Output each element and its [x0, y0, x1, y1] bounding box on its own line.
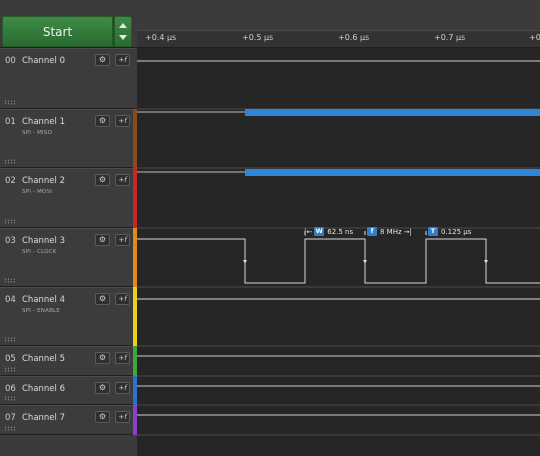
channel-row-4[interactable]: 04 Channel 4 SPI - ENABLE ⚙ +f: [0, 287, 137, 346]
clock-edge-marker: [484, 260, 488, 264]
chevron-up-icon[interactable]: [119, 23, 127, 28]
channel-3-clock-trace: [137, 238, 540, 284]
channel-name[interactable]: Channel 4: [22, 295, 65, 305]
measurement-period[interactable]: T 0.125 µs: [428, 226, 471, 237]
gear-icon[interactable]: ⚙: [95, 293, 110, 305]
channel-name[interactable]: Channel 0: [22, 56, 65, 66]
channel-row-1[interactable]: 01 Channel 1 SPI - MISO ⚙ +f: [0, 109, 137, 168]
channel-analyzer-label: SPI - MOSI: [22, 189, 53, 195]
channel-analyzer-label: SPI - CLOCK: [22, 249, 57, 255]
channel-name[interactable]: Channel 1: [22, 117, 65, 127]
fx-icon[interactable]: +f: [115, 115, 130, 127]
tick-label: +0.5 µs: [242, 33, 274, 42]
tick-label: +0: [529, 33, 540, 42]
width-value: 62.5 ns: [327, 227, 354, 236]
period-value: 0.125 µs: [441, 227, 472, 236]
fx-icon[interactable]: +f: [115, 234, 130, 246]
channel-number: 04: [5, 295, 16, 305]
channel-number: 07: [5, 413, 16, 423]
period-badge: T: [428, 227, 438, 236]
channel-row-7[interactable]: 07 Channel 7 ⚙ +f: [0, 405, 137, 435]
gear-icon[interactable]: ⚙: [95, 382, 110, 394]
drag-handle-icon[interactable]: [4, 219, 15, 224]
tick-label: +0.6 µs: [338, 33, 370, 42]
channel-analyzer-label: SPI - MISO: [22, 130, 53, 136]
drag-handle-icon[interactable]: [4, 367, 15, 372]
gear-icon[interactable]: ⚙: [95, 54, 110, 66]
clock-edge-marker: [243, 260, 247, 264]
channel-panel: Start 00 Channel 0 ⚙ +f 01 Channel 1 SPI…: [0, 0, 137, 456]
channel-name[interactable]: Channel 6: [22, 384, 65, 394]
fx-icon[interactable]: +f: [115, 174, 130, 186]
channel-number: 00: [5, 56, 16, 66]
fx-icon[interactable]: +f: [115, 293, 130, 305]
arrow-left-icon: |←: [304, 227, 313, 236]
gear-icon[interactable]: ⚙: [95, 234, 110, 246]
fx-icon[interactable]: +f: [115, 382, 130, 394]
channel-1-data-block: [245, 109, 540, 116]
waveform-canvas[interactable]: [137, 48, 540, 456]
measurement-frequency[interactable]: f 8 MHz →|: [367, 226, 412, 237]
channel-name[interactable]: Channel 7: [22, 413, 65, 423]
drag-handle-icon[interactable]: [4, 278, 15, 283]
start-button[interactable]: Start: [2, 16, 113, 47]
gear-icon[interactable]: ⚙: [95, 115, 110, 127]
channel-number: 01: [5, 117, 16, 127]
channel-name[interactable]: Channel 3: [22, 236, 65, 246]
channel-number: 03: [5, 236, 16, 246]
tick-label: +0.4 µs: [145, 33, 177, 42]
gear-icon[interactable]: ⚙: [95, 411, 110, 423]
channel-row-5[interactable]: 05 Channel 5 ⚙ +f: [0, 346, 137, 376]
drag-handle-icon[interactable]: [4, 100, 15, 105]
channel-number: 05: [5, 354, 16, 364]
channel-number: 02: [5, 176, 16, 186]
gear-icon[interactable]: ⚙: [95, 352, 110, 364]
width-badge: W: [314, 227, 325, 236]
start-area: Start: [0, 0, 137, 48]
channel-row-3[interactable]: 03 Channel 3 SPI - CLOCK ⚙ +f: [0, 228, 137, 287]
timeline-ruler[interactable]: +0.4 µs +0.5 µs +0.6 µs +0.7 µs +0: [137, 0, 540, 48]
waveform-area[interactable]: |← W 62.5 ns f 8 MHz →| T 0.125 µs: [137, 48, 540, 456]
tick-label: +0.7 µs: [434, 33, 466, 42]
channel-number: 06: [5, 384, 16, 394]
fx-icon[interactable]: +f: [115, 411, 130, 423]
channel-row-2[interactable]: 02 Channel 2 SPI - MOSI ⚙ +f: [0, 168, 137, 228]
frequency-value: 8 MHz: [380, 227, 402, 236]
measurement-width[interactable]: |← W 62.5 ns: [304, 226, 353, 237]
gear-icon[interactable]: ⚙: [95, 174, 110, 186]
channel-name[interactable]: Channel 2: [22, 176, 65, 186]
drag-handle-icon[interactable]: [4, 426, 15, 431]
drag-handle-icon[interactable]: [4, 337, 15, 342]
channel-analyzer-label: SPI - ENABLE: [22, 308, 60, 314]
frequency-badge: f: [367, 227, 377, 236]
clock-edge-marker: [363, 260, 367, 264]
arrow-right-icon: →|: [403, 227, 412, 236]
chevron-down-icon[interactable]: [119, 35, 127, 40]
start-options-stepper[interactable]: [114, 16, 132, 47]
fx-icon[interactable]: +f: [115, 352, 130, 364]
channel-name[interactable]: Channel 5: [22, 354, 65, 364]
channel-row-6[interactable]: 06 Channel 6 ⚙ +f: [0, 376, 137, 405]
fx-icon[interactable]: +f: [115, 54, 130, 66]
drag-handle-icon[interactable]: [4, 159, 15, 164]
drag-handle-icon[interactable]: [4, 396, 15, 401]
channel-row-0[interactable]: 00 Channel 0 ⚙ +f: [0, 48, 137, 109]
channel-2-data-block: [245, 169, 540, 176]
